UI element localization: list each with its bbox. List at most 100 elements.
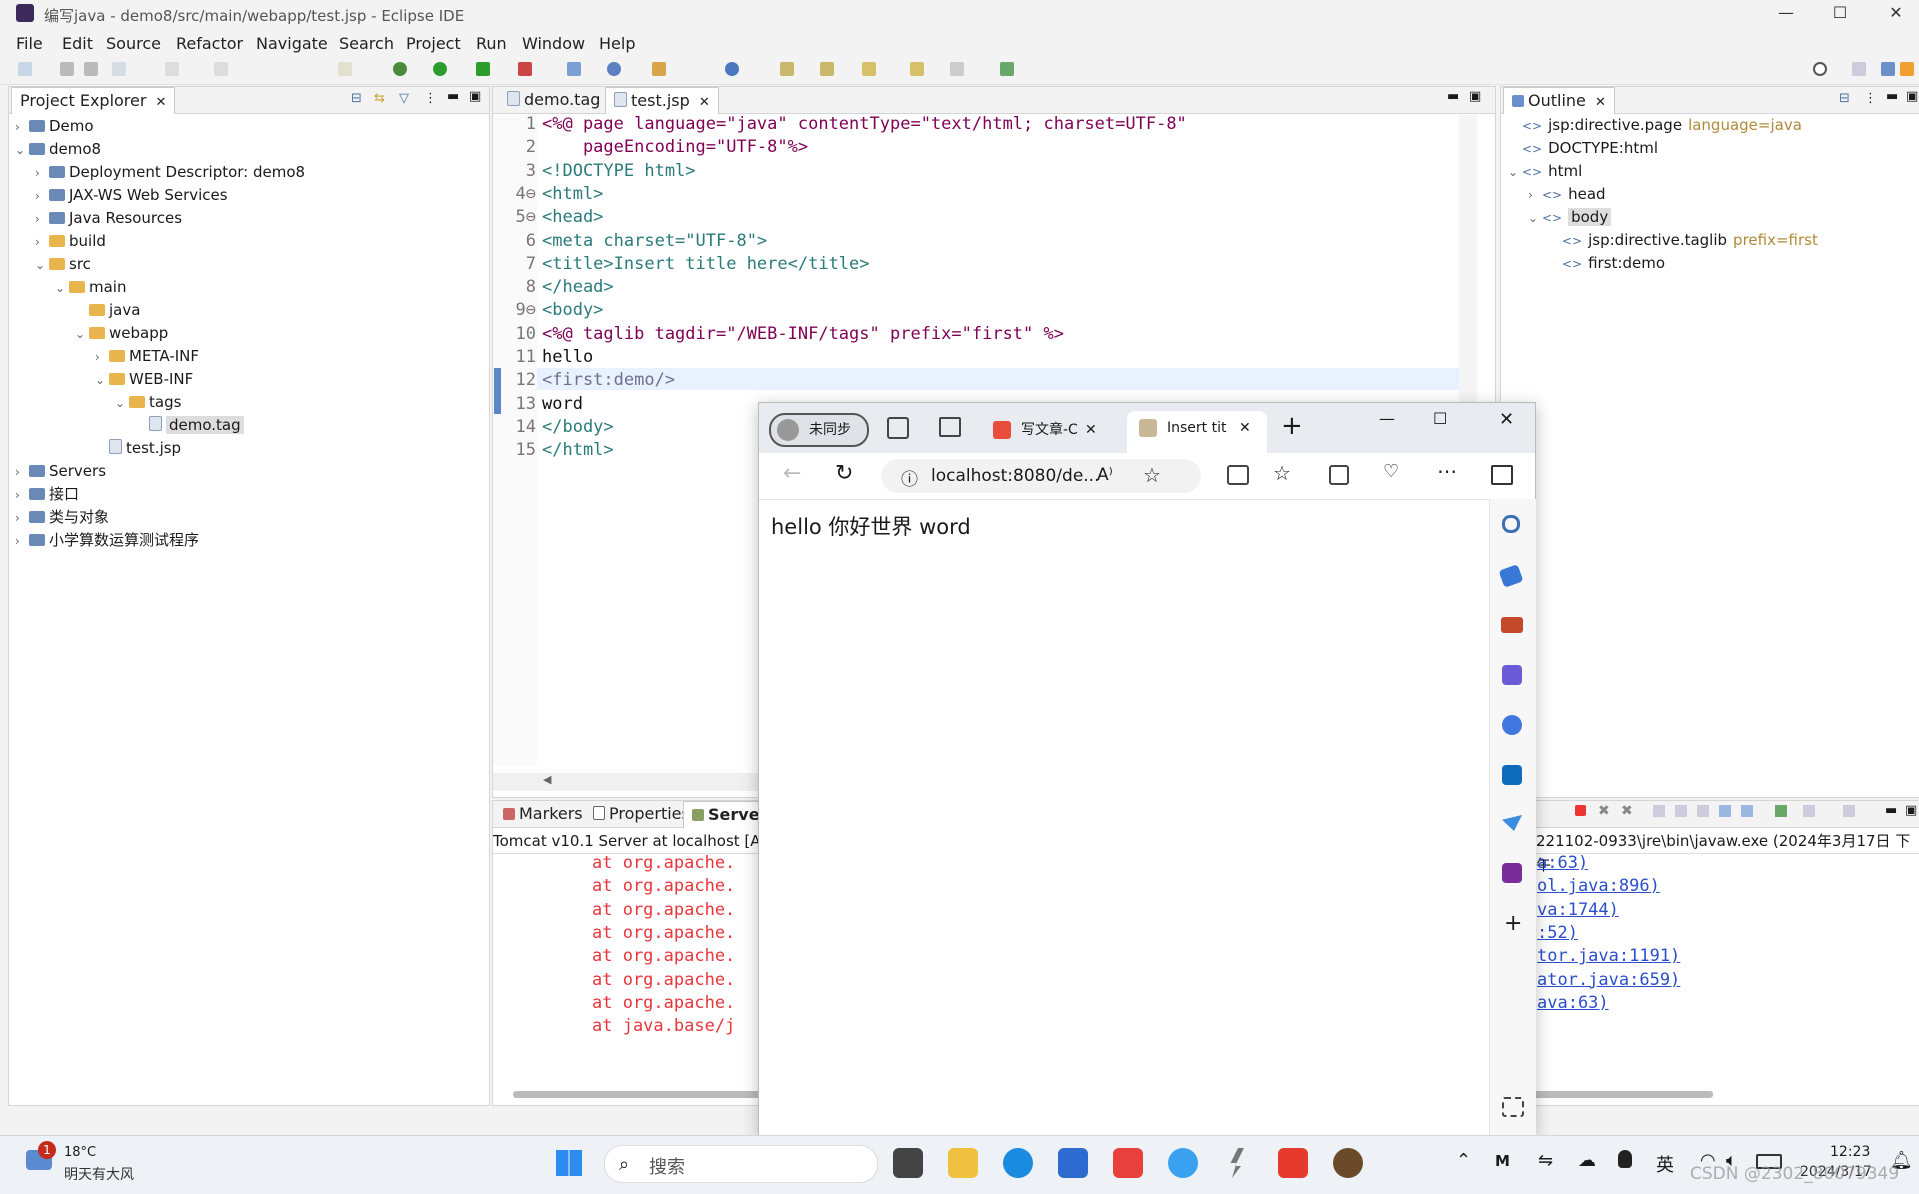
tab-test-jsp[interactable]: test.jsp ✕ [605,87,719,114]
close-tab-icon[interactable]: ✕ [1595,95,1606,110]
code-line[interactable]: <head> [542,207,603,227]
tree-item[interactable]: › Servers [15,460,106,482]
chevron-right-icon[interactable]: › [35,185,49,207]
chevron-down-icon[interactable]: ⌄ [15,139,29,161]
chevron-down-icon[interactable]: ⌄ [115,392,129,414]
scroll-lock-icon[interactable] [1675,805,1687,817]
external-tools-icon[interactable] [518,62,532,76]
chevron-down-icon[interactable]: ⌄ [75,323,89,345]
menu-source[interactable]: Source [106,34,161,53]
run-icon[interactable] [433,62,447,76]
java-perspective-icon[interactable] [1900,62,1914,76]
tree-item[interactable]: › Demo [15,115,94,137]
chevron-down-icon[interactable]: ⌄ [1528,207,1542,229]
view-menu-icon[interactable]: ⋮ [424,91,437,106]
show-on-output-icon[interactable] [1719,805,1731,817]
back-icon[interactable] [862,62,876,76]
tree-item[interactable]: demo.tag [135,414,244,436]
chevron-right-icon[interactable]: › [35,162,49,184]
console-stack-link[interactable]: ol.java:896) [1537,876,1660,896]
stop-icon[interactable] [214,62,228,76]
filter-icon[interactable]: ▽ [399,91,409,106]
browser-tab-insert-title[interactable]: Insert titl ✕ [1127,411,1267,453]
eclipse-taskbar-icon[interactable] [1333,1148,1363,1178]
tree-item[interactable]: java [75,299,140,321]
collapse-all-icon[interactable]: ⊟ [351,91,362,106]
globe-icon[interactable] [725,62,739,76]
chevron-down-icon[interactable]: ⌄ [35,254,49,276]
code-line[interactable]: </head> [542,277,614,297]
task-view-icon[interactable] [893,1148,923,1178]
mail-m-icon[interactable]: M [1495,1152,1510,1170]
tree-item[interactable]: › build [35,230,106,252]
display-console-icon[interactable] [1803,805,1815,817]
tab-outline[interactable]: Outline ✕ [1503,87,1615,114]
maximize-icon[interactable]: ☐ [1433,409,1447,428]
code-line[interactable]: <!DOCTYPE html> [542,161,696,181]
coverage-icon[interactable] [476,62,490,76]
outline-item[interactable]: <> DOCTYPE:html [1508,137,1664,159]
chevron-right-icon[interactable]: › [15,530,29,552]
games-icon[interactable] [1502,665,1522,685]
tab-properties[interactable]: Properties [585,801,698,827]
huawei-app-icon[interactable] [1113,1148,1143,1178]
wps-icon[interactable] [1278,1148,1308,1178]
outline-item[interactable]: ⌄ <> html [1508,160,1588,182]
console-stack-link[interactable]: :52) [1537,923,1578,943]
customize-sidebar-icon[interactable] [1502,1097,1524,1117]
open-type-icon[interactable] [652,62,666,76]
code-line[interactable]: hello [542,347,593,367]
menu-file[interactable]: File [16,34,43,53]
chevron-up-icon[interactable]: ⌃ [1456,1150,1471,1171]
chevron-right-icon[interactable]: › [1528,184,1542,206]
tree-item[interactable]: › Deployment Descriptor: demo8 [35,161,305,183]
clock-time[interactable]: 12:23 [1830,1144,1870,1160]
chevron-down-icon[interactable]: ⌄ [55,277,69,299]
code-line[interactable]: </html> [542,440,614,460]
tree-item[interactable]: ⌄ webapp [75,322,168,344]
code-line[interactable]: <title>Insert title here</title> [542,254,870,274]
tree-item[interactable]: ⌄ tags [115,391,181,413]
outline-item[interactable]: ⌄ <> body [1528,206,1617,228]
tree-item[interactable]: › JAX-WS Web Services [35,184,228,206]
more-icon[interactable]: ⋯ [1437,459,1457,483]
collections-icon[interactable] [1329,465,1349,485]
terminate-icon[interactable] [1575,805,1586,816]
search-icon[interactable] [1502,515,1520,533]
outline-item[interactable]: <> jsp:directive.taglib prefix=first [1548,229,1818,251]
drop-icon[interactable] [1502,815,1522,831]
close-tab-icon[interactable]: ✕ [156,95,167,110]
tab-project-explorer[interactable]: Project Explorer ✕ [11,87,176,114]
onenote-icon[interactable] [1502,863,1522,883]
tree-item[interactable]: test.jsp [95,437,181,459]
minimize-view-icon[interactable]: ▬ [1885,803,1897,818]
outlook-icon[interactable] [1502,765,1522,785]
code-line[interactable]: <%@ taglib tagdir="/WEB-INF/tags" prefix… [542,324,1064,344]
web-icon[interactable] [607,62,621,76]
pin-console-icon[interactable] [1775,805,1787,817]
address-bar[interactable]: ⓘ localhost:8080/de... A⁾ ☆ [881,459,1201,493]
tree-item[interactable]: › 类与对象 [15,506,109,528]
console-stack-link[interactable]: va:1744) [1537,900,1619,920]
close-tab-icon[interactable]: ✕ [1085,415,1097,445]
favorite-star-icon[interactable]: ☆ [1143,463,1161,487]
close-icon[interactable]: ✕ [1867,0,1919,28]
minimize-icon[interactable]: — [1757,0,1815,28]
outline-item[interactable]: <> jsp:directive.page language=java [1508,114,1802,136]
new-tab-icon[interactable]: + [1281,411,1303,441]
debug-icon[interactable] [393,62,407,76]
menu-edit[interactable]: Edit [62,34,93,53]
console-stack-link[interactable]: a:63) [1537,853,1588,873]
tree-item[interactable]: ⌄ demo8 [15,138,101,160]
close-icon[interactable]: ✕ [1499,409,1514,430]
console-stack-link[interactable]: ator.java:659) [1537,970,1680,990]
read-aloud-icon[interactable]: A⁾ [1097,465,1113,485]
weather-temp[interactable]: 18°C [64,1145,96,1160]
next-annotation-icon[interactable] [820,62,834,76]
menu-project[interactable]: Project [406,34,461,53]
chevron-right-icon[interactable]: › [15,484,29,506]
view-menu-icon[interactable]: ⋮ [1864,91,1877,106]
tree-item[interactable]: ⌄ WEB-INF [95,368,193,390]
code-line[interactable]: pageEncoding="UTF-8"%> [542,137,808,157]
close-tab-icon[interactable]: ✕ [1239,411,1251,445]
